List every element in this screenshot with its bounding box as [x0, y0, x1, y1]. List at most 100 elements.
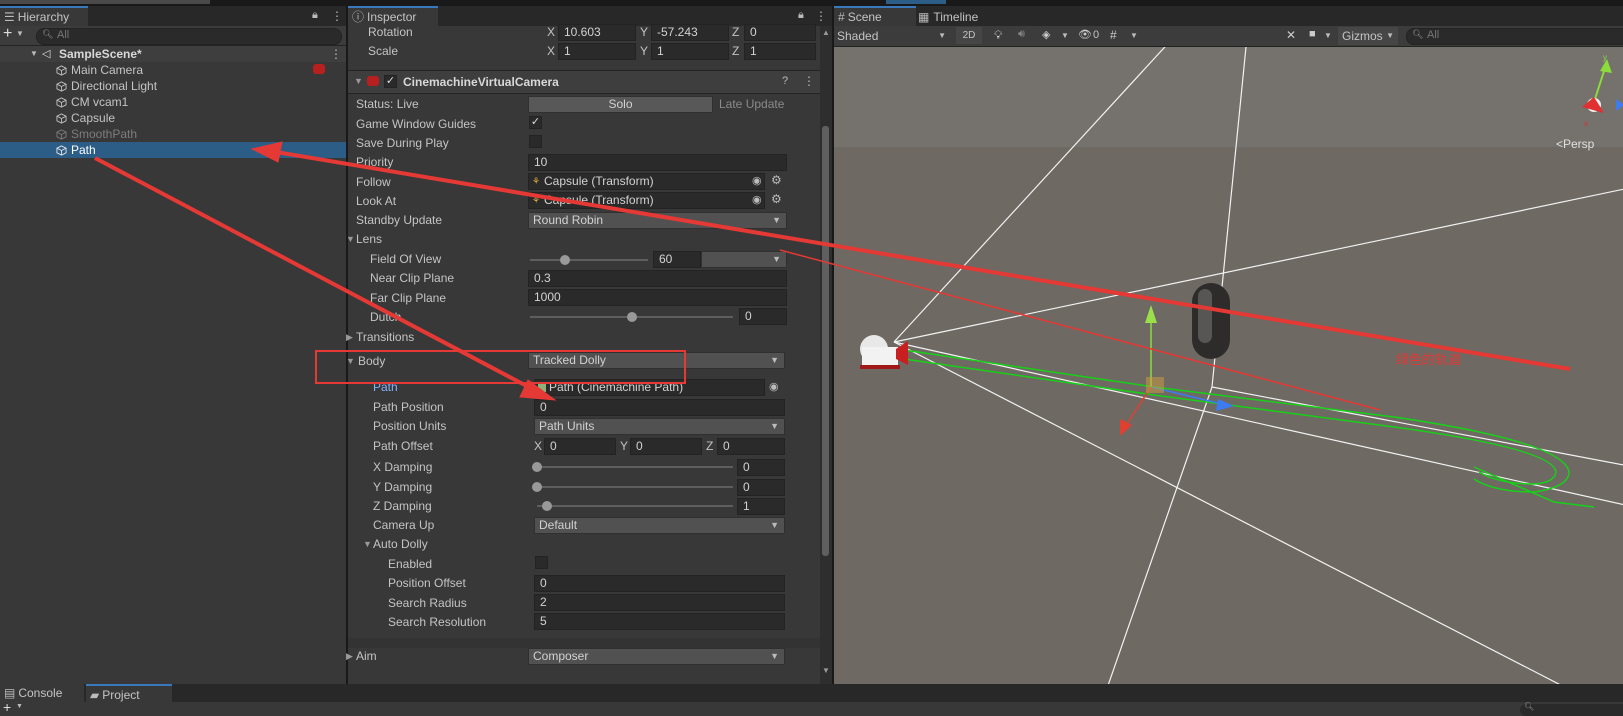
body-foldout-icon[interactable]: ▼: [346, 356, 355, 366]
component-menu-icon[interactable]: ⋮: [803, 74, 815, 88]
fov-slider-track[interactable]: [530, 259, 648, 261]
scene-row[interactable]: ▼ ◁ SampleScene* ⋮: [0, 46, 346, 62]
standby-update-dropdown[interactable]: Round Robin ▼: [528, 212, 787, 229]
path-field[interactable]: Path (Cinemachine Path): [534, 379, 765, 396]
position-units-dropdown[interactable]: Path Units ▼: [534, 418, 785, 435]
camera-icon[interactable]: ■: [1309, 28, 1316, 40]
follow-field[interactable]: ⚘ Capsule (Transform): [528, 173, 765, 190]
more-options-icon[interactable]: ⋮: [331, 9, 343, 23]
aim-dropdown[interactable]: Composer ▼: [528, 648, 785, 665]
effects-dropdown-icon[interactable]: ▼: [1061, 31, 1069, 40]
scene-search-input[interactable]: 🔍︎ All: [1406, 28, 1623, 45]
component-enabled-checkbox[interactable]: ✓: [384, 75, 397, 88]
hidden-objects-icon[interactable]: 👁︎: [1078, 28, 1092, 41]
lighting-icon[interactable]: 💡︎: [994, 28, 1002, 43]
toggle-2d-button[interactable]: 2D: [956, 27, 982, 44]
auto-dolly-foldout-icon[interactable]: ▼: [363, 539, 372, 549]
position-offset-field[interactable]: 0: [534, 575, 785, 592]
more-options-icon[interactable]: ⋮: [815, 9, 827, 23]
save-during-play-checkbox[interactable]: [529, 135, 542, 148]
solo-button[interactable]: Solo: [528, 96, 713, 113]
list-item-inactive[interactable]: SmoothPath: [0, 126, 346, 142]
list-item[interactable]: Directional Light: [0, 78, 346, 94]
add-icon[interactable]: +: [3, 25, 12, 43]
persp-label[interactable]: <Persp: [1556, 137, 1594, 151]
scale-y-field[interactable]: 1: [651, 43, 729, 60]
object-picker-icon[interactable]: ◉: [752, 174, 762, 187]
path-offset-z-field[interactable]: 0: [717, 438, 785, 455]
y-damping-field[interactable]: 0: [737, 479, 785, 496]
search-radius-field[interactable]: 2: [534, 594, 785, 611]
help-icon[interactable]: ?: [782, 75, 788, 87]
inspector-scrollbar[interactable]: ▲ ▼: [820, 26, 832, 684]
list-item[interactable]: Main Camera: [0, 62, 346, 78]
gear-icon[interactable]: ⚙: [771, 173, 782, 187]
lock-icon[interactable]: 🔒︎: [312, 9, 318, 22]
aim-foldout-icon[interactable]: ▶: [346, 651, 353, 662]
z-damping-slider-knob[interactable]: [541, 501, 552, 511]
list-item[interactable]: CM vcam1: [0, 94, 346, 110]
list-item-selected[interactable]: Path: [0, 142, 346, 158]
z-damping-field[interactable]: 1: [737, 498, 785, 515]
look-at-field[interactable]: ⚘ Capsule (Transform): [528, 192, 765, 209]
add-icon[interactable]: +: [3, 699, 11, 715]
scene-viewport[interactable]: <Persp x y 绿色的轨道: [834, 47, 1623, 684]
rotation-z-field[interactable]: 0: [744, 24, 816, 41]
component-foldout-icon[interactable]: ▼: [354, 76, 363, 86]
x-damping-slider-knob[interactable]: [532, 462, 542, 472]
priority-field[interactable]: 10: [528, 154, 787, 171]
y-damping-slider-knob[interactable]: [532, 482, 542, 492]
camera-up-dropdown[interactable]: Default ▼: [534, 517, 785, 534]
lens-label[interactable]: Lens: [356, 232, 382, 246]
fov-field[interactable]: 60: [653, 251, 701, 268]
tab-console[interactable]: ▤ Console: [0, 684, 84, 702]
hierarchy-search-input[interactable]: 🔍︎ All: [36, 28, 342, 45]
object-picker-icon[interactable]: ◉: [769, 380, 779, 393]
y-damping-slider-track[interactable]: [537, 486, 733, 488]
lens-foldout-icon[interactable]: ▼: [346, 234, 355, 244]
tab-project[interactable]: ▰ Project: [86, 684, 172, 702]
project-search-input[interactable]: 🔍︎: [1520, 702, 1623, 716]
search-resolution-field[interactable]: 5: [534, 613, 785, 630]
scroll-up-icon[interactable]: ▲: [822, 28, 830, 37]
effects-icon[interactable]: ◈: [1042, 28, 1050, 41]
camera-dropdown-icon[interactable]: ▼: [1324, 31, 1332, 40]
auto-dolly-label[interactable]: Auto Dolly: [373, 537, 428, 551]
rotation-x-field[interactable]: 10.603: [558, 24, 636, 41]
scrollbar-thumb[interactable]: [822, 126, 829, 556]
add-dropdown-icon[interactable]: ▼: [16, 703, 23, 710]
z-damping-slider-track[interactable]: [537, 505, 733, 507]
component-header[interactable]: ▼ ✓ CinemachineVirtualCamera ? ⋮: [348, 70, 820, 94]
near-clip-field[interactable]: 0.3: [528, 270, 787, 287]
gear-icon[interactable]: ⚙: [771, 192, 782, 206]
path-position-field[interactable]: 0: [534, 399, 785, 416]
gizmos-button[interactable]: Gizmos ▼: [1338, 27, 1398, 45]
path-offset-y-field[interactable]: 0: [630, 438, 702, 455]
lock-icon[interactable]: 🔒︎: [798, 9, 804, 22]
game-window-guides-checkbox[interactable]: ✓: [529, 116, 542, 129]
scene-menu-icon[interactable]: ⋮: [330, 46, 342, 62]
scene-foldout-icon[interactable]: ▼: [30, 46, 38, 62]
aim-label[interactable]: Aim: [356, 649, 377, 663]
tab-timeline[interactable]: ▦ Timeline: [918, 8, 1008, 26]
tools-icon[interactable]: ✕: [1286, 28, 1296, 42]
far-clip-field[interactable]: 1000: [528, 289, 787, 306]
list-item[interactable]: Capsule: [0, 110, 346, 126]
fov-mode-dropdown[interactable]: ▼: [701, 251, 787, 268]
tab-hierarchy[interactable]: ☰ Hierarchy: [0, 6, 88, 26]
fov-slider-knob[interactable]: [560, 255, 571, 265]
audio-icon[interactable]: 🔊︎: [1018, 28, 1025, 41]
transitions-label[interactable]: Transitions: [356, 330, 414, 344]
grid-dropdown-icon[interactable]: ▼: [1130, 31, 1138, 40]
add-dropdown-icon[interactable]: ▼: [16, 29, 24, 38]
tab-inspector[interactable]: ⓘ Inspector: [348, 6, 438, 26]
shading-mode-dropdown[interactable]: Shaded ▼: [837, 27, 949, 45]
grid-toggle-icon[interactable]: #: [1110, 28, 1117, 42]
auto-dolly-enabled-checkbox[interactable]: [535, 556, 548, 569]
dutch-slider-knob[interactable]: [626, 312, 637, 322]
dutch-field[interactable]: 0: [739, 308, 787, 325]
transitions-foldout-icon[interactable]: ▶: [346, 332, 353, 343]
path-offset-x-field[interactable]: 0: [544, 438, 616, 455]
scale-x-field[interactable]: 1: [558, 43, 636, 60]
rotation-y-field[interactable]: -57.243: [651, 24, 729, 41]
